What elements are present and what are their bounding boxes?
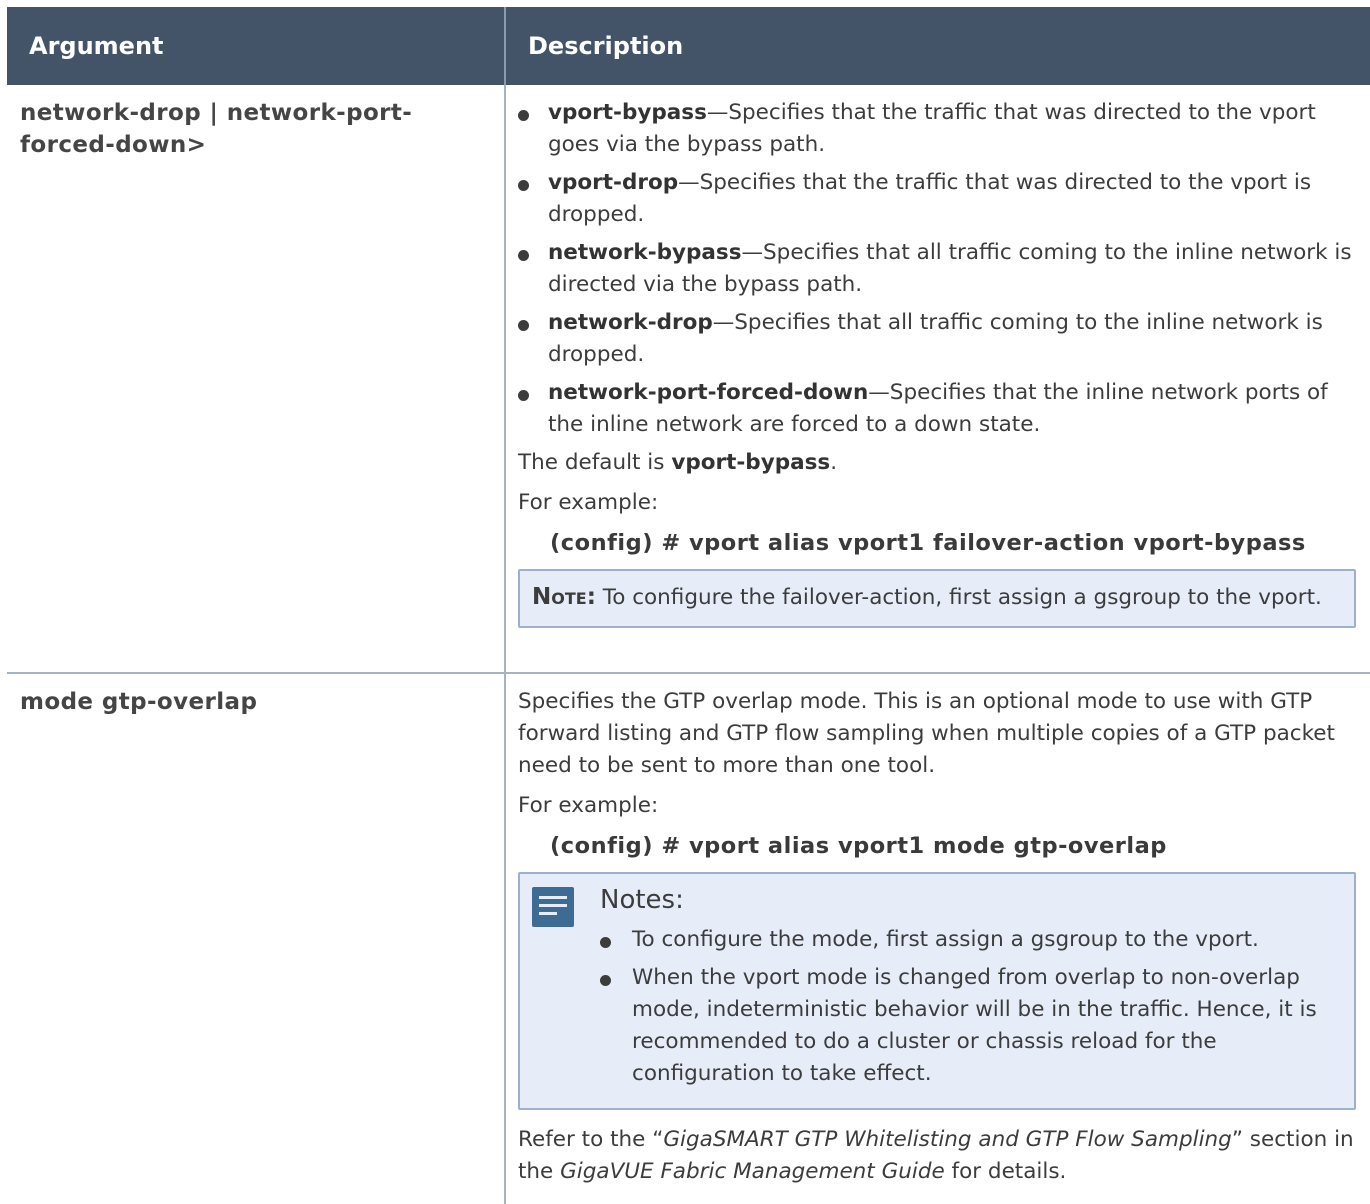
description-cell: vport-bypass—Specifies that the traffic …: [506, 85, 1370, 672]
table-row: mode gtp-overlap Specifies the GTP overl…: [7, 674, 1370, 1204]
document-lines-icon: [532, 887, 574, 927]
header-description: Description: [528, 32, 684, 60]
list-item: network-port-forced-down—Specifies that …: [518, 377, 1356, 441]
list-item: To configure the mode, first assign a gs…: [600, 924, 1340, 956]
refer-title: GigaSMART GTP Whitelisting and GTP Flow …: [663, 1127, 1232, 1152]
description-text: Specifies the GTP overlap mode. This is …: [518, 689, 1335, 778]
list-item: network-drop—Specifies that all traffic …: [518, 307, 1356, 371]
table-header: Argument Description: [7, 7, 1370, 85]
note-label: Note:: [532, 584, 596, 610]
list-item: vport-bypass—Specifies that the traffic …: [518, 97, 1356, 161]
refer-guide: GigaVUE Fabric Management Guide: [560, 1159, 945, 1184]
option-term: network-bypass: [548, 240, 742, 265]
option-term: network-port-forced-down: [548, 380, 869, 405]
notes-body: Notes: To configure the mode, first assi…: [600, 884, 1340, 1096]
list-item: network-bypass—Specifies that all traffi…: [518, 237, 1356, 301]
list-item: vport-drop—Specifies that the traffic th…: [518, 167, 1356, 231]
argument-table: Argument Description network-drop | netw…: [7, 7, 1370, 1204]
default-text: The default is vport-bypass.: [518, 450, 838, 475]
note-text: To configure the failover-action, first …: [595, 585, 1322, 610]
notes-list: To configure the mode, first assign a gs…: [600, 924, 1340, 1090]
refer-text: Refer to the “GigaSMART GTP Whitelisting…: [518, 1127, 1354, 1184]
header-argument: Argument: [7, 7, 506, 85]
example-code: (config) # vport alias vport1 mode gtp-o…: [550, 833, 1167, 859]
default-value: vport-bypass: [671, 450, 831, 475]
option-term: vport-drop: [548, 170, 679, 195]
example-label: For example:: [518, 490, 659, 515]
option-list: vport-bypass—Specifies that the traffic …: [518, 97, 1356, 441]
notes-box: Notes: To configure the mode, first assi…: [518, 872, 1356, 1110]
argument-cell: mode gtp-overlap: [7, 674, 506, 1204]
example-code: (config) # vport alias vport1 failover-a…: [550, 530, 1306, 556]
argument-cell: network-drop | network-port-forced-down>: [7, 85, 506, 672]
option-term: vport-bypass: [548, 100, 707, 125]
table-row: network-drop | network-port-forced-down>…: [7, 85, 1370, 674]
example-label: For example:: [518, 793, 659, 818]
option-term: network-drop: [548, 310, 713, 335]
notes-title: Notes:: [600, 885, 684, 915]
note-box: Note: To configure the failover-action, …: [518, 569, 1356, 628]
list-item: When the vport mode is changed from over…: [600, 962, 1340, 1090]
description-cell: Specifies the GTP overlap mode. This is …: [506, 674, 1370, 1204]
